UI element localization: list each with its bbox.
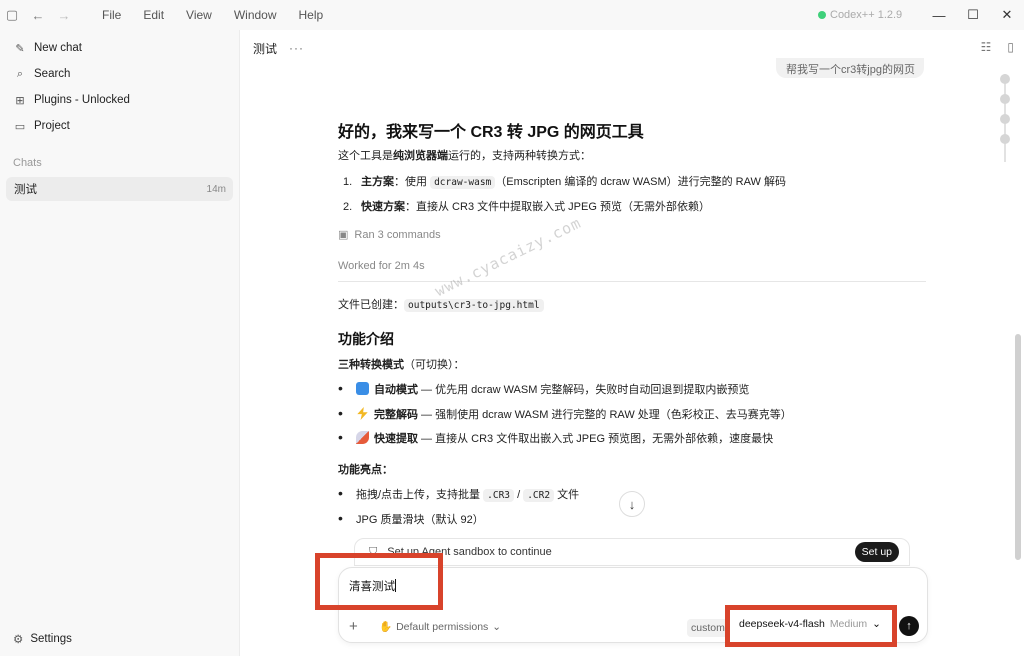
divider <box>338 281 926 282</box>
arrow-down-icon: ↓ <box>628 496 636 512</box>
permissions-dropdown[interactable]: ✋ Default permissions ⌄ <box>379 620 502 634</box>
list-view-icon[interactable]: ☷ <box>981 40 992 54</box>
title-bar: ▢ ← → File Edit View Window Help Codex++… <box>0 0 1024 30</box>
arrow-up-icon: ↑ <box>906 620 912 632</box>
header-actions: ☷ ▯ <box>981 40 1014 54</box>
sidebar-toggle-icon[interactable]: ▢ <box>1 4 23 26</box>
chevron-down-icon: ⌄ <box>492 620 502 633</box>
ran-commands-toggle[interactable]: ▣ Ran 3 commands <box>338 228 441 241</box>
page-title: 测试 <box>253 41 278 56</box>
list-item: • 拖拽/点击上传，支持批量 .CR3 / .CR2 文件 <box>338 485 580 502</box>
sidebar-item-plugins[interactable]: ⊞ Plugins - Unlocked <box>0 87 239 113</box>
refresh-emoji-icon <box>356 382 369 395</box>
highlight-box <box>725 605 897 647</box>
scrollbar-thumb[interactable] <box>1015 334 1021 560</box>
list-item: 2. 快速方案：直接从 CR3 文件中提取嵌入式 JPEG 预览（无需外部依赖） <box>343 201 710 213</box>
app-version-status: Codex++ 1.2.9 <box>818 0 902 30</box>
status-dot-icon <box>818 11 826 19</box>
terminal-icon: ▣ <box>338 229 349 241</box>
edit-icon: ✎ <box>15 42 25 55</box>
sidebar-item-new-chat[interactable]: ✎ New chat <box>0 35 239 61</box>
rocket-emoji-icon <box>356 431 369 444</box>
menu-view[interactable]: View <box>175 0 223 30</box>
sidebar-item-project[interactable]: ▭ Project <box>0 113 239 139</box>
sidebar-item-label: Search <box>34 68 71 80</box>
search-icon: ⌕ <box>16 67 24 80</box>
highlight-box <box>315 553 443 610</box>
modes-label: 三种转换模式（可切换）： <box>338 359 465 371</box>
settings-label: Settings <box>30 633 72 645</box>
menu-window[interactable]: Window <box>223 0 288 30</box>
grid-icon: ⊞ <box>15 94 25 107</box>
forward-arrow-icon[interactable]: → <box>53 4 75 26</box>
features-heading: 功能介绍 <box>338 331 394 347</box>
timeline-dot[interactable] <box>1000 114 1010 124</box>
inline-code: dcraw-wasm <box>430 176 496 189</box>
highlights-label: 功能亮点： <box>338 464 393 476</box>
menu-file[interactable]: File <box>91 0 132 30</box>
timeline-dot[interactable] <box>1000 134 1010 144</box>
list-item: • 快速提取 — 直接从 CR3 文件取出嵌入式 JPEG 预览图，无需外部依赖，… <box>338 429 774 445</box>
back-arrow-icon[interactable]: ← <box>27 4 49 26</box>
timeline-dot[interactable] <box>1000 74 1010 84</box>
intro-paragraph: 这个工具是纯浏览器端运行的，支持两种转换方式： <box>338 150 591 162</box>
list-item: 1. 主方案：使用 dcraw-wasm （Emscripten 编译的 dcraw… <box>343 176 786 189</box>
sidebar-item-search[interactable]: ⌕ Search <box>0 61 239 87</box>
plus-icon[interactable]: + <box>349 618 358 635</box>
conversation-timeline <box>998 74 1012 162</box>
chats-section-title: Chats <box>13 157 42 169</box>
chat-item[interactable]: 测试 14m <box>6 177 233 201</box>
panel-toggle-icon[interactable]: ▯ <box>1007 40 1014 54</box>
hand-icon: ✋ <box>379 621 393 633</box>
minimize-icon[interactable]: — <box>922 0 956 30</box>
maximize-icon[interactable]: ☐ <box>956 0 990 30</box>
menu-bar: File Edit View Window Help <box>91 0 334 30</box>
setup-button[interactable]: Set up <box>854 542 899 562</box>
sidebar-item-label: New chat <box>34 42 82 54</box>
sidebar: ✎ New chat ⌕ Search ⊞ Plugins - Unlocked… <box>0 30 240 656</box>
close-icon[interactable]: ✕ <box>990 0 1024 30</box>
custom-badge[interactable]: custom <box>687 619 729 637</box>
timeline-dot[interactable] <box>1000 94 1010 104</box>
file-path-code[interactable]: outputs\cr3-to-jpg.html <box>404 299 544 312</box>
list-item: • JPG 质量滑块（默认 92） <box>338 510 484 526</box>
response-heading: 好的，我来写一个 CR3 转 JPG 的网页工具 <box>338 124 644 141</box>
settings-button[interactable]: ⚙ Settings <box>13 632 72 646</box>
app-version: Codex++ 1.2.9 <box>830 9 903 21</box>
menu-help[interactable]: Help <box>288 0 335 30</box>
chat-time: 14m <box>206 183 226 195</box>
chat-title: 测试 <box>14 184 37 196</box>
sidebar-item-label: Project <box>34 120 70 132</box>
user-message-bubble: 帮我写一个cr3转jpg的网页 <box>776 58 924 78</box>
sidebar-item-label: Plugins - Unlocked <box>34 94 130 106</box>
folder-icon: ▭ <box>14 120 26 133</box>
list-item: • 完整解码 — 强制使用 dcraw WASM 进行完整的 RAW 处理（色彩校… <box>338 405 792 421</box>
list-item: • 自动模式 — 优先用 dcraw WASM 完整解码，失败时自动回退到提取内嵌… <box>338 380 750 396</box>
window-controls: — ☐ ✕ <box>922 0 1024 30</box>
menu-edit[interactable]: Edit <box>132 0 175 30</box>
send-button[interactable]: ↑ <box>899 616 919 636</box>
watermark: www.cyacaizy.com <box>432 213 585 301</box>
lightning-emoji-icon <box>357 407 368 420</box>
more-options-icon[interactable]: ··· <box>289 41 304 55</box>
scroll-to-bottom-button[interactable]: ↓ <box>619 491 645 517</box>
gear-icon: ⚙ <box>13 634 24 646</box>
worked-for-label: Worked for 2m 4s <box>338 260 425 272</box>
